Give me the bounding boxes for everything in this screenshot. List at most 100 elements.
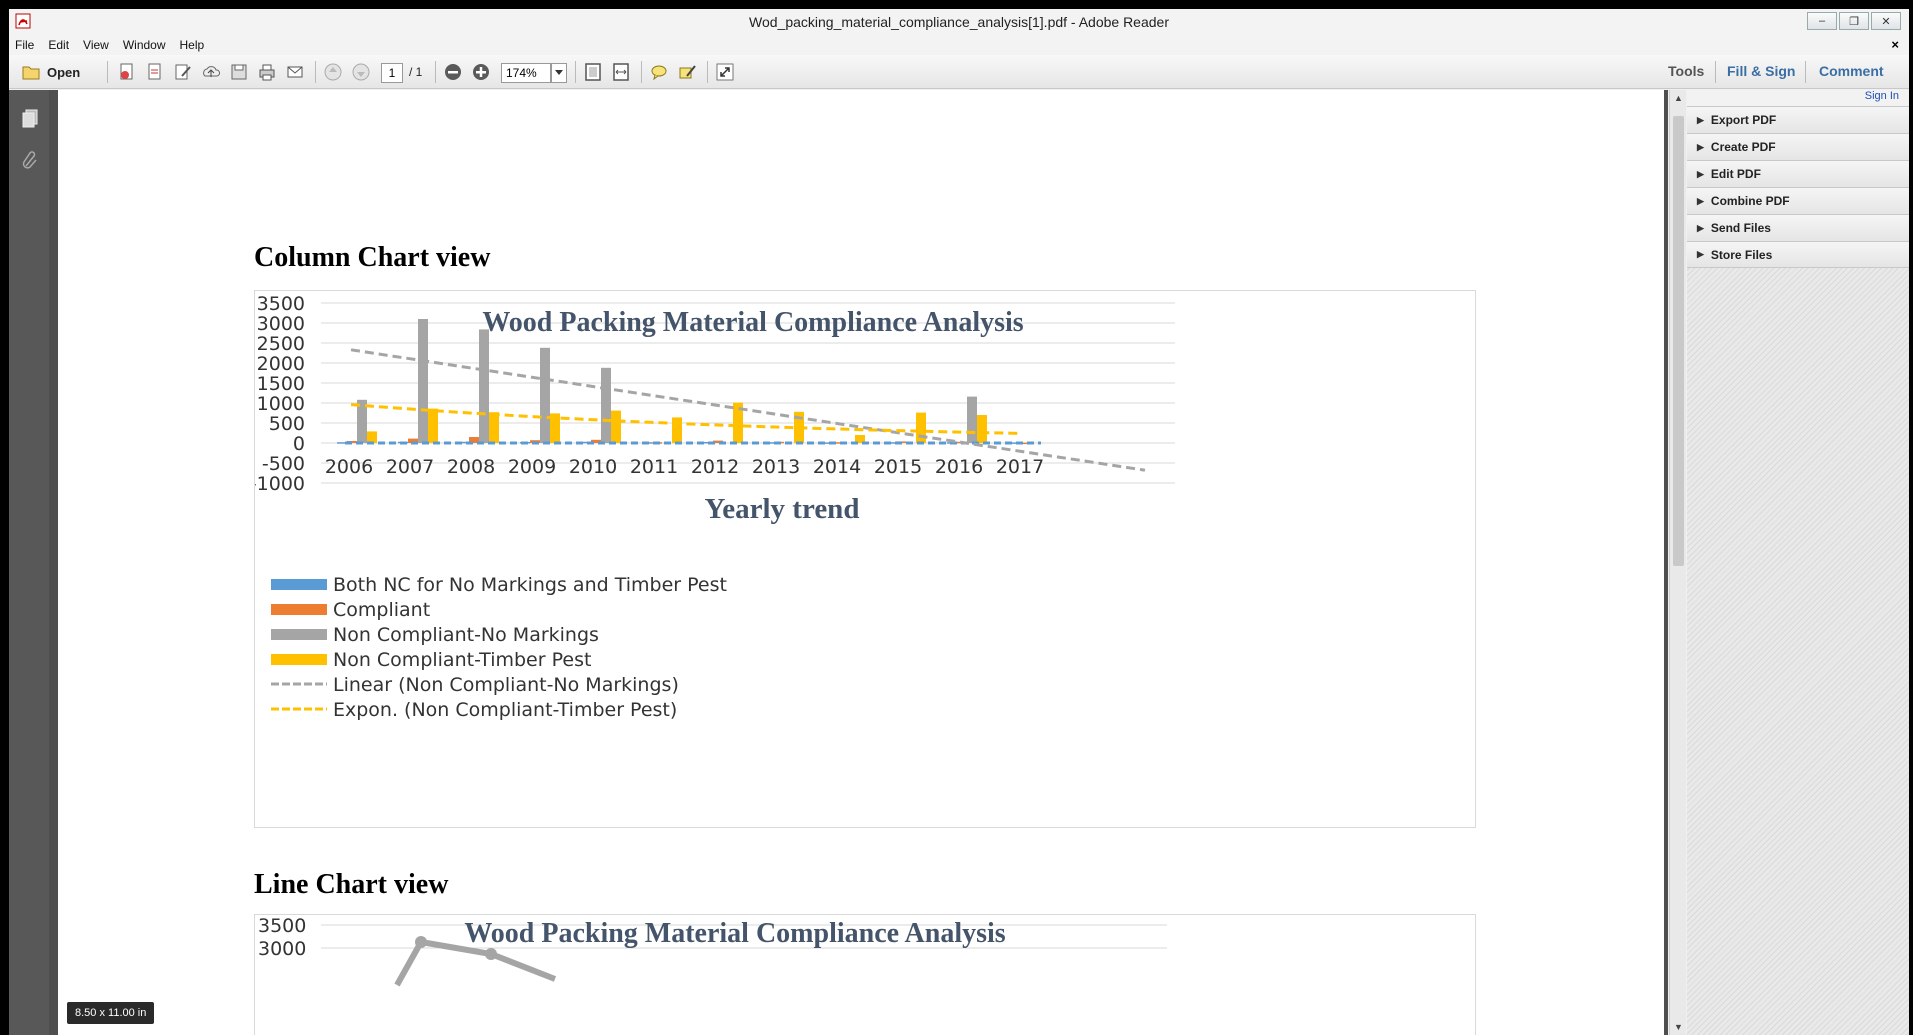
comment-tool[interactable] [649, 61, 669, 83]
zoom-out-button[interactable] [443, 61, 463, 83]
close-button[interactable]: ✕ [1871, 12, 1901, 30]
column-chart: 3500 3000 2500 2000 1500 1000 500 0 -500 -1000 200… [250, 290, 1476, 828]
fullscreen-button[interactable] [715, 61, 735, 83]
column-chart-heading: Column Chart view [254, 242, 491, 273]
page-number-input[interactable]: 1 [381, 63, 403, 83]
x-tick-label: 2013 [752, 456, 800, 478]
y-tick-label: 2000 [257, 353, 305, 375]
previous-page-button[interactable] [323, 61, 343, 83]
open-button[interactable]: Open [21, 61, 80, 83]
upload-tool[interactable] [201, 61, 221, 83]
create-pdf-label: Create PDF [1710, 140, 1776, 154]
close-document-button[interactable]: × [1891, 37, 1899, 52]
sign-in-link[interactable]: Sign In [1687, 90, 1909, 106]
document-viewport[interactable]: Column Chart view 3500 3000 2500 2000 1500 10… [49, 90, 1668, 1035]
legend-swatch [271, 629, 327, 640]
print-button[interactable] [257, 61, 277, 83]
legend-label: Linear (Non Compliant-No Markings) [333, 674, 679, 696]
legend-label: Compliant [333, 599, 430, 621]
zoom-in-button[interactable] [471, 61, 491, 83]
create-pdf-tool[interactable] [117, 61, 137, 83]
y-tick-label: 1500 [257, 373, 305, 395]
save-button[interactable] [229, 61, 249, 83]
x-tick-label: 2011 [630, 456, 678, 478]
store-files-label: Store Files [1710, 247, 1773, 262]
menu-file[interactable]: File [15, 38, 34, 52]
zoom-input[interactable]: 174% [501, 63, 551, 83]
save-icon [231, 64, 247, 80]
envelope-icon [287, 66, 303, 78]
menu-bar: File Edit View Window Help × [9, 35, 1909, 55]
pdf-page: Column Chart view 3500 3000 2500 2000 1500 10… [58, 90, 1664, 1035]
menu-window[interactable]: Window [123, 38, 166, 52]
y-tick-label: -500 [262, 453, 305, 475]
y-tick-label: 1000 [257, 393, 305, 415]
edit-tool[interactable] [173, 61, 193, 83]
x-tick-label: 2006 [325, 456, 373, 478]
combine-pdf-label: Combine PDF [1710, 194, 1790, 208]
legend-swatch [271, 604, 327, 615]
chevron-down-icon [555, 70, 563, 75]
line-chart-svg: 35003000 Wood Packing Material Compliance… [258, 915, 1167, 987]
column-chart-svg: 3500300025002000150010005000-500-1000 200… [250, 293, 1175, 721]
y-tick-label: 3000 [258, 938, 306, 960]
send-files-item[interactable]: ▶ Send Files [1687, 214, 1909, 241]
store-files-item[interactable]: ▶ Store Files [1687, 241, 1909, 268]
legend-label: Both NC for No Markings and Timber Pest [333, 574, 727, 596]
tools-button[interactable]: Tools [1668, 63, 1704, 79]
bar [367, 431, 377, 443]
attachment-icon[interactable] [20, 150, 40, 170]
email-button[interactable] [285, 61, 305, 83]
expand-icon [716, 63, 734, 81]
minimize-button[interactable]: ‒ [1807, 12, 1837, 30]
fit-page-icon [585, 63, 601, 81]
fit-width-button[interactable] [611, 61, 631, 83]
bar [540, 347, 550, 443]
export-pdf-tool[interactable] [145, 61, 165, 83]
combine-pdf-item[interactable]: ▶ Combine PDF [1687, 187, 1909, 214]
edit-pdf-item[interactable]: ▶ Edit PDF [1687, 160, 1909, 187]
fill-sign-button[interactable]: Fill & Sign [1727, 63, 1795, 79]
export-pdf-item[interactable]: ▶ Export PDF [1687, 106, 1909, 133]
bar [479, 329, 489, 443]
printer-icon [259, 64, 275, 81]
menu-edit[interactable]: Edit [48, 38, 69, 52]
tools-panel: Sign In ▶ Export PDF ▶ Create PDF ▶ Edit PD… [1687, 90, 1909, 1035]
create-pdf-item[interactable]: ▶ Create PDF [1687, 133, 1909, 160]
edit-document-icon [175, 64, 191, 80]
window-title: Wod_packing_material_compliance_analysis… [749, 14, 1169, 30]
chart-title: Wood Packing Material Compliance Analysi… [464, 918, 1005, 949]
expand-triangle-icon: ▶ [1697, 222, 1704, 233]
menu-view[interactable]: View [83, 38, 109, 52]
next-page-button[interactable] [351, 61, 371, 83]
comment-button[interactable]: Comment [1819, 63, 1884, 79]
navigation-pane [9, 90, 49, 1035]
toolbar: Open 1 / 1 174% Tools Fill & Sign Commen… [9, 55, 1909, 89]
line-chart: 3500 3000 Wood Packing Material Compliance… [254, 914, 1476, 1035]
bar [977, 415, 987, 443]
create-pdf-icon [120, 63, 133, 80]
folder-icon [22, 66, 40, 80]
fit-page-button[interactable] [583, 61, 603, 83]
expand-triangle-icon: ▶ [1697, 168, 1704, 179]
y-tick-label: 2500 [257, 333, 305, 355]
x-axis-title: Yearly trend [705, 493, 860, 525]
highlight-tool[interactable] [677, 61, 697, 83]
scroll-thumb[interactable] [1673, 116, 1684, 566]
menu-help[interactable]: Help [180, 38, 205, 52]
zoom-dropdown[interactable] [551, 63, 567, 83]
y-tick-label: 3000 [257, 313, 305, 335]
legend-swatch [271, 654, 327, 665]
app-window: Wod_packing_material_compliance_analysis… [9, 9, 1909, 1035]
vertical-scrollbar[interactable]: ▲ ▼ [1669, 90, 1686, 1035]
bar [672, 417, 682, 443]
y-tick-label: 500 [269, 413, 305, 435]
zoom-out-icon [445, 64, 461, 80]
page-thumbnails-icon[interactable] [20, 108, 40, 128]
page-total: / 1 [409, 65, 423, 79]
scroll-down-arrow[interactable]: ▼ [1670, 1019, 1687, 1035]
title-bar: Wod_packing_material_compliance_analysis… [9, 9, 1909, 35]
scroll-up-arrow[interactable]: ▲ [1670, 90, 1687, 106]
x-tick-label: 2009 [508, 456, 556, 478]
restore-button[interactable]: ❐ [1839, 12, 1869, 30]
